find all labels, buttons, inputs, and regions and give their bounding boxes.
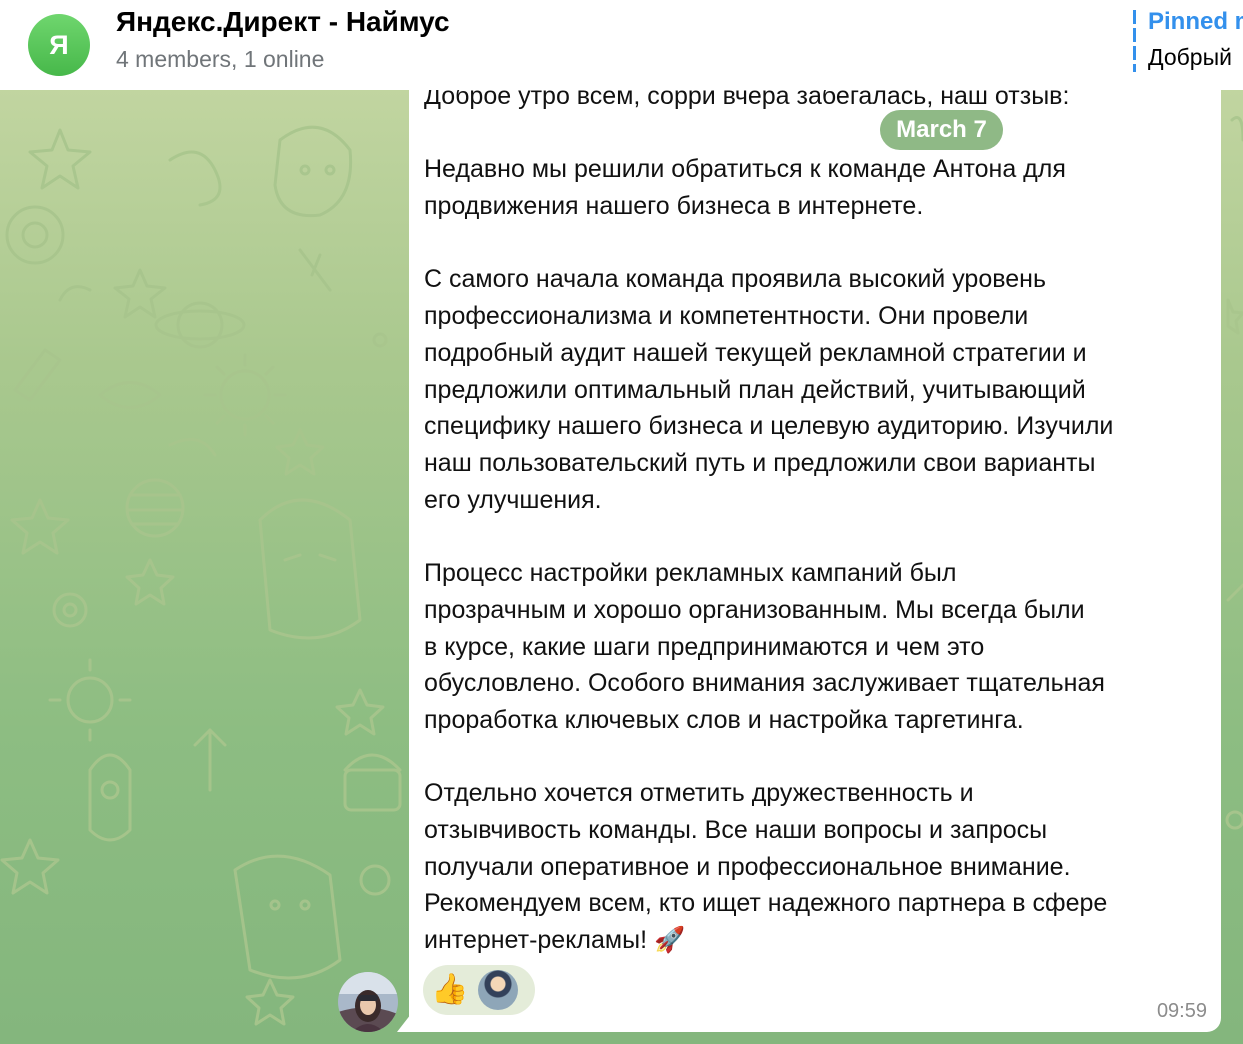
pinned-preview: Добрый	[1148, 44, 1232, 70]
sender-photo-icon	[338, 972, 398, 1032]
chat-header: Я Яндекс.Директ - Наймус 4 members, 1 on…	[0, 0, 1243, 90]
message-paragraph: Процесс настройки рекламных кампаний был…	[424, 559, 1105, 734]
bubble-tail	[397, 1014, 411, 1032]
chat-status: 4 members, 1 online	[116, 46, 325, 72]
pinned-message[interactable]: Pinned m Добрый	[1148, 8, 1243, 71]
sender-avatar[interactable]	[338, 972, 398, 1032]
reactor-avatar	[478, 970, 519, 1010]
message-paragraph: Отдельно хочется отметить дружественност…	[424, 779, 1108, 955]
pinned-label: Pinned m	[1148, 8, 1243, 35]
message-text: Доброе утро всем, сорри вчера забегалась…	[424, 78, 1214, 959]
message-paragraph: С самого начала команда проявила высокий…	[424, 265, 1114, 514]
message-bubble[interactable]: Доброе утро всем, сорри вчера забегалась…	[409, 62, 1221, 1032]
telegram-chat-window: Я Яндекс.Директ - Наймус 4 members, 1 on…	[0, 0, 1243, 1044]
date-badge[interactable]: March 7	[880, 110, 1003, 150]
reaction-chip[interactable]: 👍	[423, 965, 535, 1015]
pinned-indicator	[1133, 10, 1136, 72]
thumbs-up-icon: 👍	[431, 973, 469, 1006]
message-time: 09:59	[1156, 1000, 1207, 1022]
chat-avatar[interactable]: Я	[28, 14, 90, 76]
message-paragraph: Недавно мы решили обратиться к команде А…	[424, 155, 1066, 221]
chat-title[interactable]: Яндекс.Директ - Наймус	[116, 6, 450, 38]
